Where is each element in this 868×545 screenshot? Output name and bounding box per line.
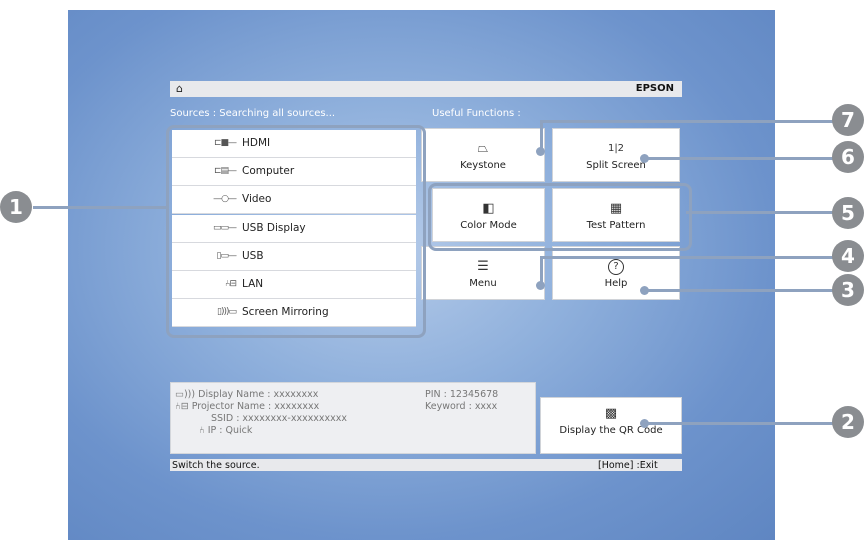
keystone-icon: ⏢	[477, 141, 489, 156]
display-qr-code-button[interactable]: ▩ Display the QR Code	[540, 397, 682, 454]
home-icon[interactable]: ⌂	[176, 82, 183, 95]
callout-3-badge: 3	[832, 274, 864, 306]
brand-logo: EPSON	[635, 83, 674, 94]
callout-5-box	[428, 183, 692, 251]
callout-1-badge: 1	[0, 191, 32, 223]
exit-hint: [Home] :Exit	[598, 460, 658, 471]
pin-row: PIN : 12345678	[425, 389, 499, 400]
screen-mirroring-small-icon: ▭)))	[175, 389, 196, 400]
display-name-row: ▭))) Display Name : xxxxxxxx	[175, 389, 319, 400]
callout-6-line	[645, 157, 834, 160]
callout-5-line	[686, 211, 834, 214]
header-bar: ⌂ EPSON	[170, 81, 682, 97]
callout-5-badge: 5	[832, 197, 864, 229]
lan-small-icon: ⑃⊟	[175, 401, 189, 412]
menu-icon: ☰	[477, 259, 489, 274]
callout-7-line	[540, 120, 834, 123]
qr-code-icon: ▩	[604, 406, 618, 421]
ssid-row: SSID : xxxxxxxx-xxxxxxxxxx	[211, 413, 348, 424]
split-screen-icon: 1|2	[607, 143, 625, 154]
callout-2-line	[645, 422, 834, 425]
status-hint: Switch the source.	[172, 460, 260, 471]
callout-4-line-v	[540, 258, 543, 284]
callout-3-line	[645, 289, 834, 292]
wireless-icon: ⑃	[199, 425, 205, 436]
callout-1-box	[166, 125, 426, 338]
callout-4-line	[540, 256, 834, 259]
callout-2-badge: 2	[832, 406, 864, 438]
split-screen-button[interactable]: 1|2 Split Screen	[552, 128, 680, 182]
callout-7-line-v	[540, 122, 543, 150]
help-icon: ?	[608, 259, 624, 275]
keystone-button[interactable]: ⏢ Keystone	[421, 128, 545, 182]
sources-label: Sources : Searching all sources...	[170, 108, 336, 119]
callout-7-badge: 7	[832, 104, 864, 136]
useful-functions-label: Useful Functions :	[432, 108, 521, 119]
ip-row: ⑃ IP : Quick	[199, 425, 253, 436]
network-info-panel: ▭))) Display Name : xxxxxxxx ⑃⊟ Projecto…	[170, 382, 536, 454]
projector-name-row: ⑃⊟ Projector Name : xxxxxxxx	[175, 401, 320, 412]
callout-4-badge: 4	[832, 240, 864, 272]
callout-6-badge: 6	[832, 141, 864, 173]
menu-button[interactable]: ☰ Menu	[421, 246, 545, 300]
keyword-row: Keyword : xxxx	[425, 401, 498, 412]
callout-1-line	[33, 206, 167, 209]
